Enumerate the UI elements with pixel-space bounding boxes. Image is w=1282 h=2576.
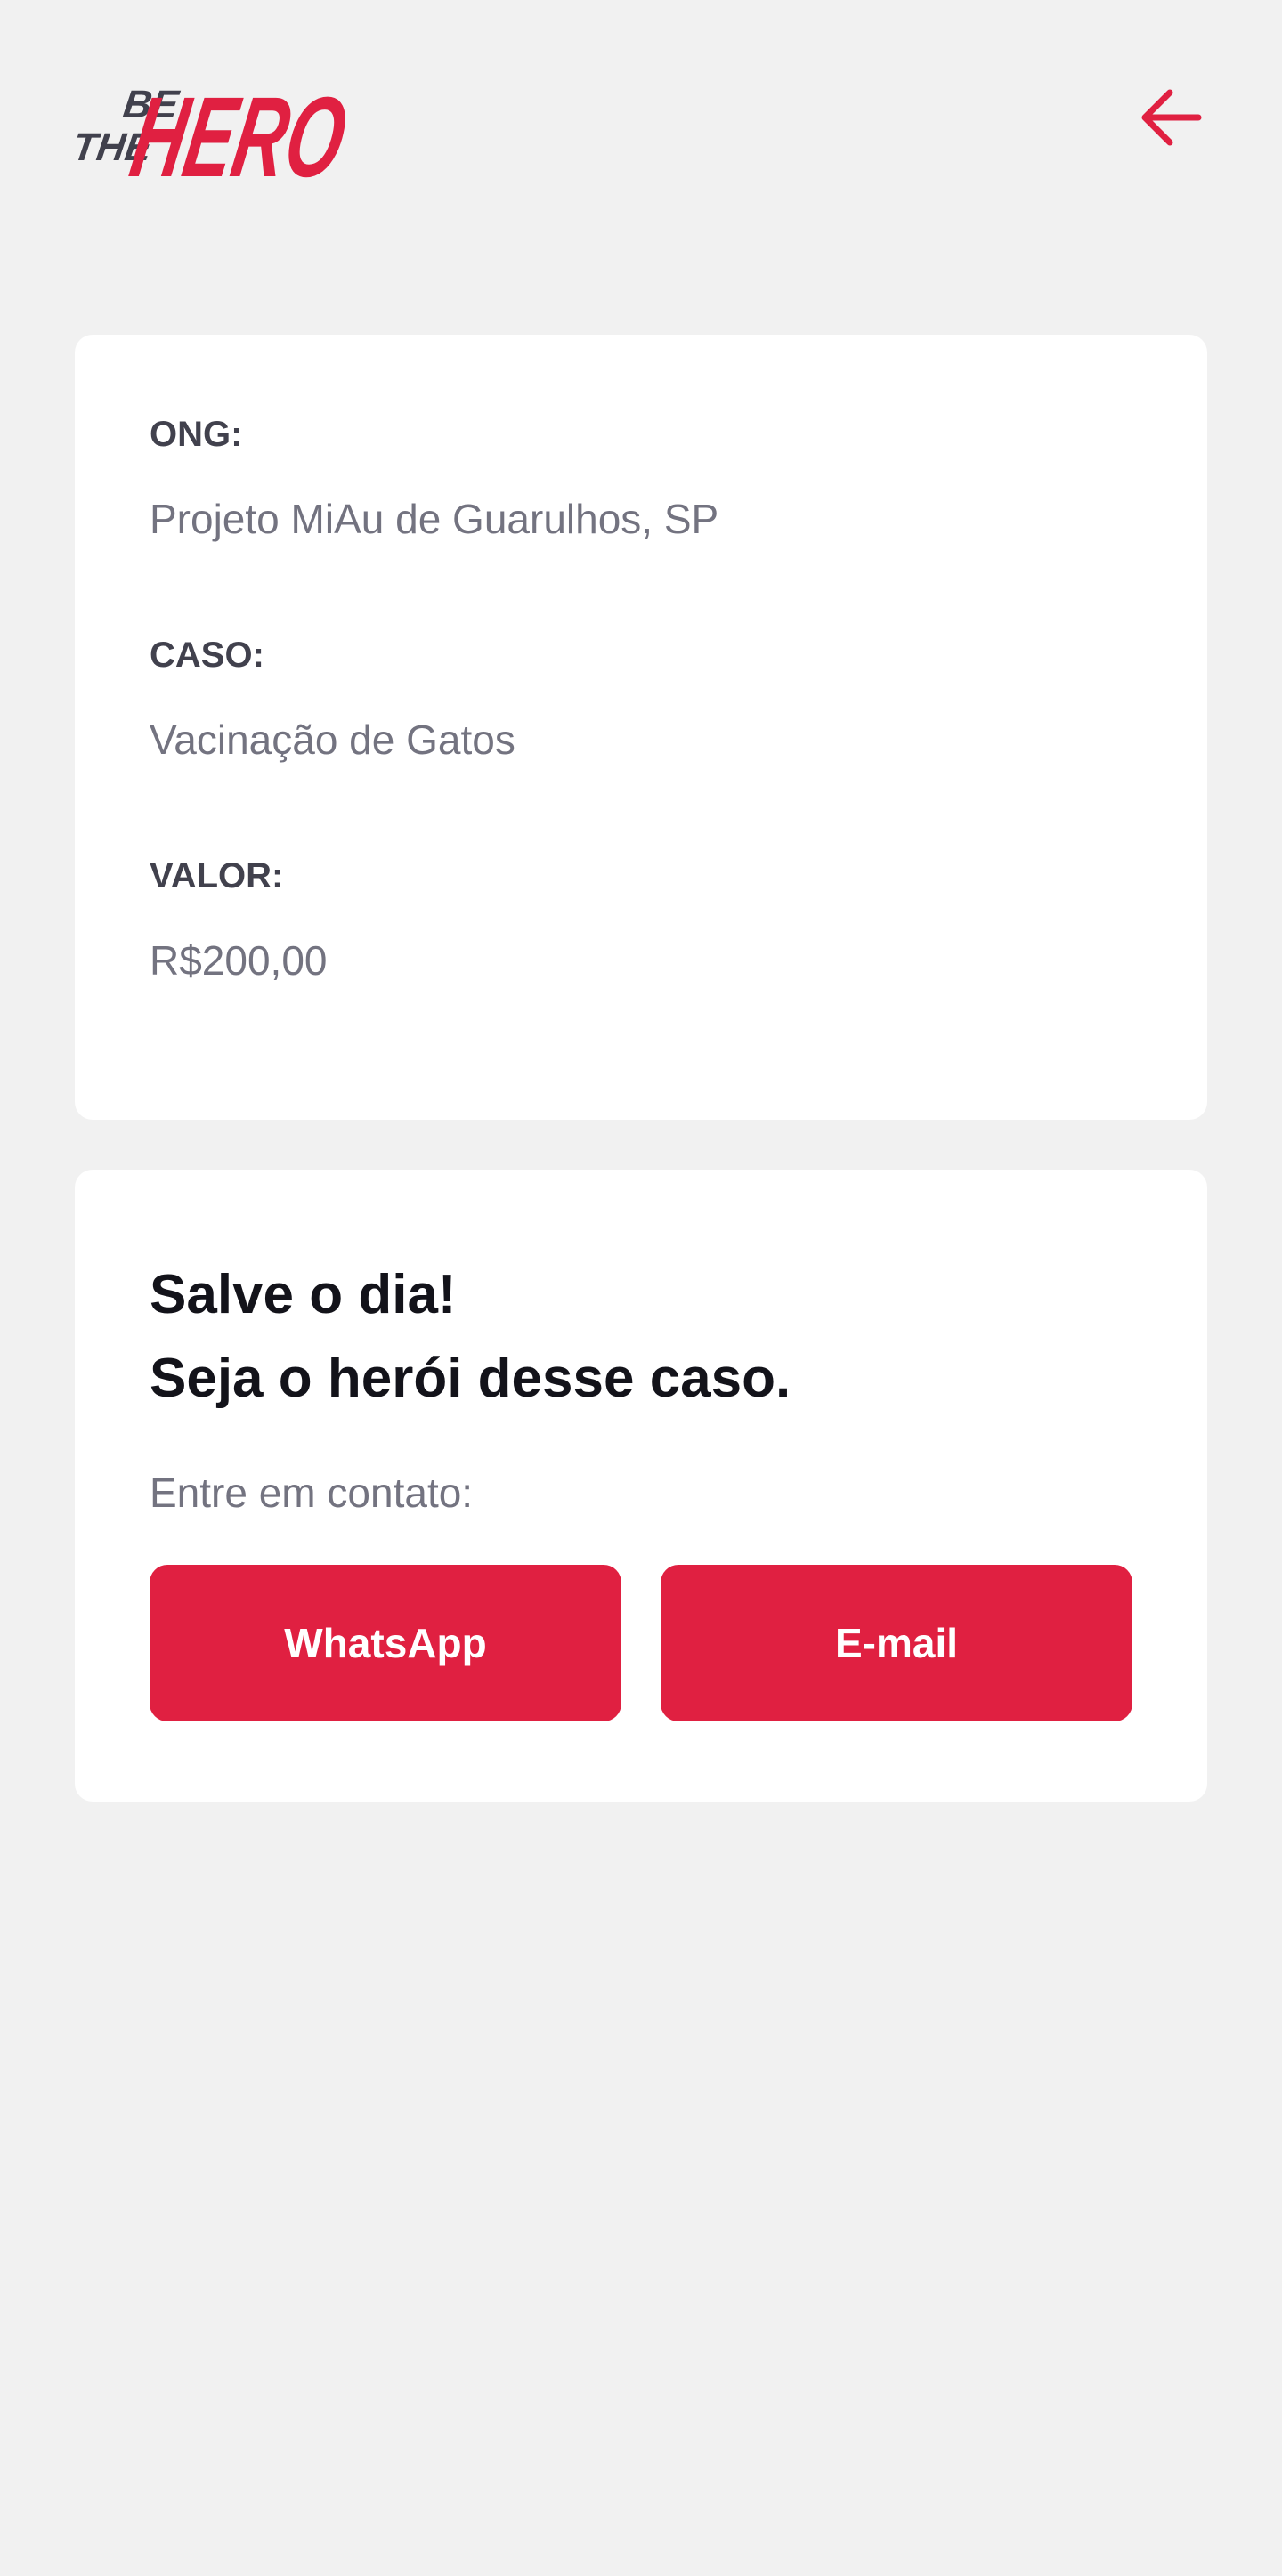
case-label: CASO: — [150, 636, 264, 675]
contact-description: Entre em contato: — [150, 1470, 474, 1516]
value-amount: R$200,00 — [150, 937, 328, 984]
ong-value: Projeto MiAu de Guarulhos, SP — [150, 496, 719, 542]
contact-title-line2: Seja o herói desse caso. — [150, 1348, 791, 1409]
value-label: VALOR: — [150, 856, 284, 895]
be-the-hero-logo: BE THE HERO — [75, 74, 355, 187]
incident-details-card: ONG: Projeto MiAu de Guarulhos, SP CASO:… — [75, 335, 1207, 1120]
arrow-left-icon — [1141, 89, 1202, 146]
header: BE THE HERO — [75, 59, 1207, 187]
contact-actions: WhatsApp E-mail — [150, 1565, 1132, 1721]
value-field: VALOR: R$200,00 — [150, 858, 1132, 981]
case-field: CASO: Vacinação de Gatos — [150, 637, 1132, 760]
case-value: Vacinação de Gatos — [150, 717, 515, 763]
whatsapp-button[interactable]: WhatsApp — [150, 1565, 621, 1721]
logo-text-hero: HERO — [123, 74, 355, 187]
contact-title-line1: Salve o dia! — [150, 1264, 457, 1325]
back-button[interactable] — [1136, 82, 1207, 153]
ong-field: ONG: Projeto MiAu de Guarulhos, SP — [150, 417, 1132, 539]
contact-card: Salve o dia! Seja o herói desse caso. En… — [75, 1170, 1207, 1802]
ong-label: ONG: — [150, 415, 243, 454]
email-button[interactable]: E-mail — [661, 1565, 1132, 1721]
